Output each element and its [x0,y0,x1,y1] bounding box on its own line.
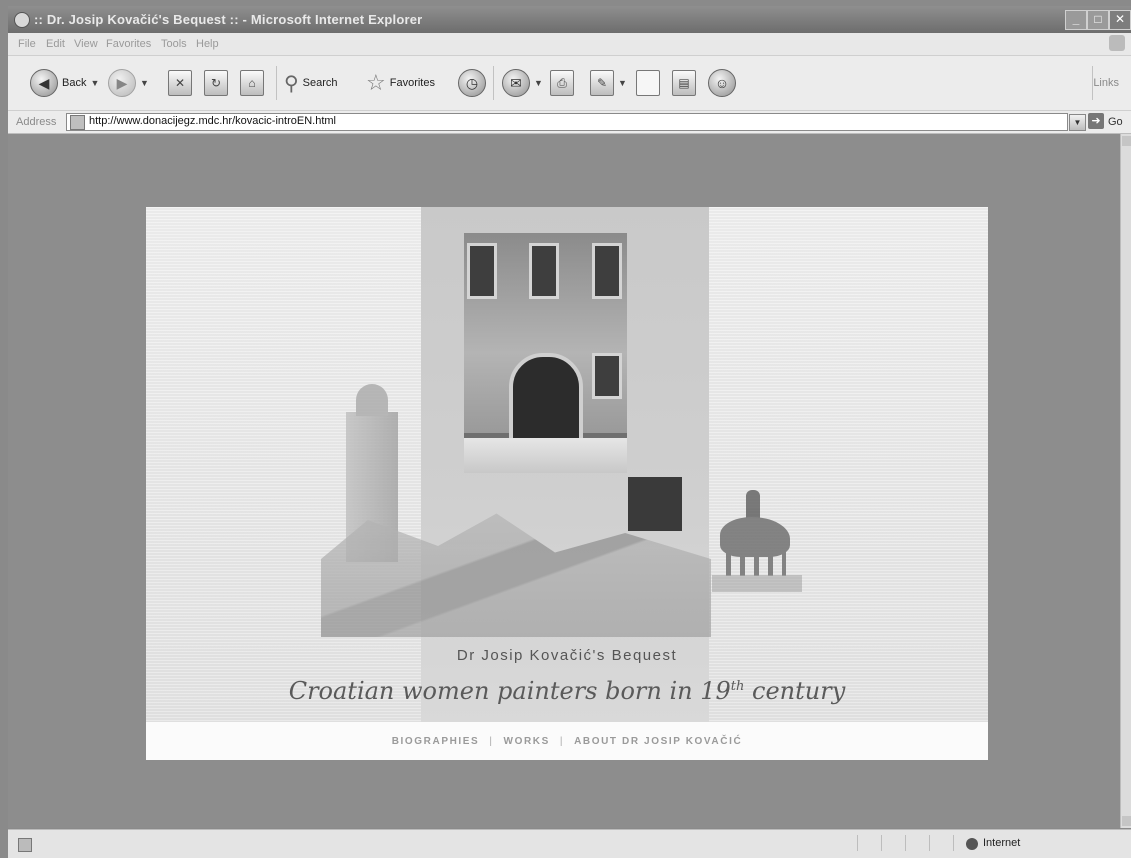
discuss-icon[interactable] [636,70,660,96]
mail-icon: ✉ [502,69,530,97]
print-icon[interactable]: ⎙ [550,70,574,96]
forward-arrow-icon: ▶ [108,69,136,97]
address-bar: Address http://www.donacijegz.mdc.hr/kov… [8,111,1131,134]
favorites-star-icon: ☆ [366,70,386,95]
back-dropdown-icon[interactable]: ▼ [90,78,99,88]
scroll-down-icon[interactable] [1122,816,1131,826]
tagline-end: century [744,677,846,705]
vertical-scrollbar[interactable] [1120,134,1131,828]
favorites-button[interactable]: ☆ Favorites [366,68,435,98]
home-icon[interactable]: ⌂ [240,70,264,96]
edit-dropdown-icon[interactable]: ▼ [618,78,627,88]
site-intro-panel: Dr Josip Kovačić's Bequest Croatian wome… [146,207,988,760]
page-icon [70,115,85,130]
accent-square [628,477,682,531]
status-panes [834,835,954,851]
history-icon[interactable]: ◷ [458,69,486,97]
edit-icon: ✎ [590,70,614,96]
page-status-icon [18,838,32,852]
address-input[interactable]: http://www.donacijegz.mdc.hr/kovacic-int… [66,113,1068,131]
nav-separator: | [489,735,494,747]
refresh-icon[interactable]: ↻ [204,70,228,96]
minimize-button[interactable]: _ [1065,10,1087,30]
search-icon: ⚲ [284,72,299,95]
toolbar-separator [276,66,277,100]
tagline-superscript: th [730,679,745,694]
nav-separator: | [559,735,565,747]
stop-icon[interactable]: ✕ [168,70,192,96]
windows-flag-icon [1109,35,1125,51]
building-facade-photo [464,233,627,473]
standard-toolbar: ◀ Back ▼ ▶ ▼ ✕ ↻ ⌂ ⚲ Search ☆ Favorites … [8,56,1131,111]
scroll-up-icon[interactable] [1122,136,1131,146]
menu-favorites[interactable]: Favorites [106,38,151,50]
toolbar-separator [493,66,494,100]
ie-icon [14,12,30,28]
bequest-title: Dr Josip Kovačić's Bequest [456,647,678,664]
arched-doorway [509,353,583,451]
window-title-bar[interactable]: :: Dr. Josip Kovačić's Bequest :: - Micr… [8,6,1131,33]
maximize-button[interactable]: □ [1087,10,1109,30]
search-label: Search [302,77,338,89]
go-button[interactable]: Go [1108,116,1123,128]
window-title: :: Dr. Josip Kovačić's Bequest :: - Micr… [34,12,423,27]
back-arrow-icon: ◀ [30,69,58,97]
site-tagline: Croatian women painters born in 19th cen… [146,677,988,705]
address-dropdown-icon[interactable]: ▼ [1069,114,1086,131]
back-label: Back [62,77,87,89]
links-button[interactable]: Links [1093,77,1119,89]
address-url[interactable]: http://www.donacijegz.mdc.hr/kovacic-int… [89,115,336,127]
menu-help[interactable]: Help [196,38,219,50]
favorites-label: Favorites [389,77,435,89]
menu-bar: File Edit View Favorites Tools Help [8,33,1131,56]
mail-dropdown-icon[interactable]: ▼ [534,78,543,88]
edit-button[interactable]: ✎ ▼ [590,68,627,98]
tagline-text: Croatian women painters born in 19 [288,677,731,705]
forward-dropdown-icon[interactable]: ▼ [140,78,149,88]
back-button[interactable]: ◀ Back ▼ [30,68,99,98]
menu-view[interactable]: View [74,38,98,50]
search-button[interactable]: ⚲ Search [284,68,338,98]
address-label: Address [16,116,57,128]
mail-button[interactable]: ✉ ▼ [502,68,543,98]
nav-biographies[interactable]: BIOGRAPHIES [392,736,480,747]
research-icon[interactable]: ▤ [672,70,696,96]
forward-button[interactable]: ▶ ▼ [108,68,149,98]
menu-edit[interactable]: Edit [46,38,65,50]
site-navigation: BIOGRAPHIES | WORKS | ABOUT DR JOSIP KOV… [146,722,988,760]
go-arrow-icon[interactable]: ➜ [1088,113,1104,129]
internet-globe-icon [966,838,978,850]
menu-tools[interactable]: Tools [161,38,187,50]
nav-works[interactable]: WORKS [504,736,550,747]
menu-file[interactable]: File [18,38,36,50]
security-zone-label: Internet [983,837,1021,849]
status-bar: Internet [8,829,1131,858]
messenger-icon[interactable]: ☺ [708,69,736,97]
equestrian-statue-image [712,482,802,592]
nav-about[interactable]: ABOUT DR JOSIP KOVAČIĆ [574,736,742,747]
close-button[interactable]: ✕ [1109,10,1131,30]
